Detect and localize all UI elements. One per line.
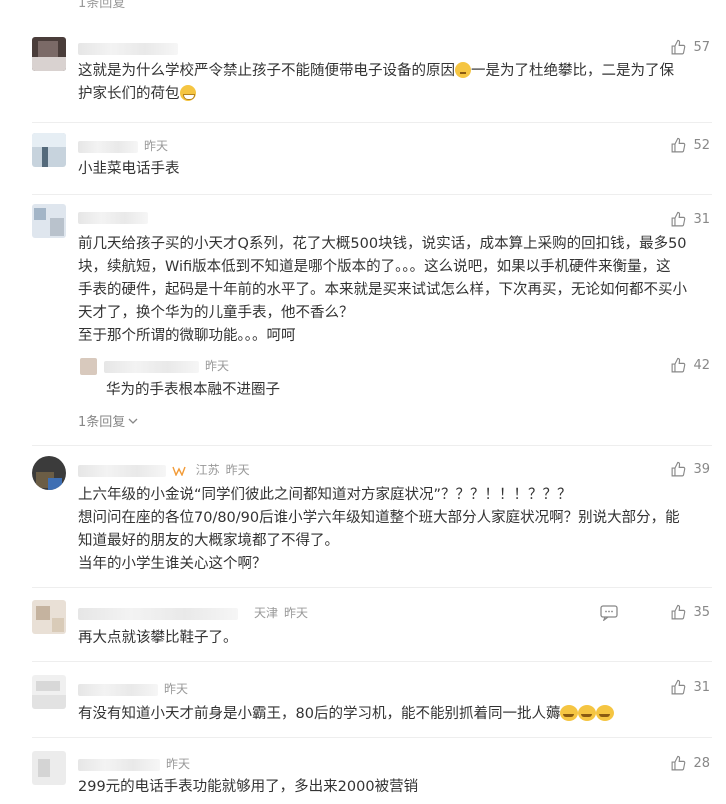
username-blurred[interactable] [78, 140, 138, 153]
thumbs-up-icon [672, 461, 686, 477]
divider [32, 445, 712, 446]
chevron-down-icon [128, 418, 138, 424]
thumbs-up-icon [672, 137, 686, 153]
comment-meta: 江苏 昨天 [78, 462, 250, 478]
comment-region: 江苏 [195, 463, 220, 477]
thinking-emoji-icon [455, 62, 471, 78]
like-button[interactable]: 42 [670, 357, 710, 374]
comment-meta: 天津 昨天 [78, 605, 308, 621]
comment-text: 这就是为什么学校严令禁止孩子不能随便带电子设备的原因 一是为了杜绝攀比，二是为了保… [78, 62, 674, 102]
avatar[interactable] [32, 751, 66, 785]
username-blurred[interactable] [78, 211, 148, 224]
thumbs-up-icon [672, 211, 686, 227]
thumbs-up-icon [672, 357, 686, 373]
reply-meta: 昨天 [104, 358, 229, 374]
like-button[interactable]: 39 [670, 461, 710, 478]
reply-comment-icon[interactable] [600, 605, 618, 621]
comment-meta [78, 209, 148, 225]
like-button[interactable]: 52 [670, 137, 710, 154]
comment-time: 昨天 [166, 757, 191, 771]
like-count: 57 [693, 40, 710, 55]
username-blurred[interactable] [78, 607, 238, 620]
comment-text: 小韭菜电话手表 [78, 161, 180, 177]
divider [32, 737, 712, 738]
like-count: 35 [693, 605, 710, 620]
divider [32, 587, 712, 588]
reply-text: 华为的手表根本融不进圈子 [106, 382, 280, 398]
comment-text: 上六年级的小金说“同学们彼此之间都知道对方家庭状况”？？？！！！？？？ 想问问在… [78, 487, 680, 572]
comment-meta: 昨天 [78, 681, 188, 697]
divider [32, 194, 712, 195]
avatar[interactable] [32, 675, 66, 709]
more-replies-link[interactable]: 1条回复 [78, 411, 138, 430]
avatar[interactable] [32, 133, 66, 167]
avatar[interactable] [32, 600, 66, 634]
comment-region: 天津 [254, 606, 279, 620]
comment-text: 299元的电话手表功能就够用了，多出来2000被营销 [78, 779, 419, 795]
like-count: 42 [693, 358, 710, 373]
avatar[interactable] [32, 456, 66, 490]
like-count: 31 [693, 680, 710, 695]
comment-time: 昨天 [225, 463, 250, 477]
like-count: 28 [693, 756, 710, 771]
comment-meta [78, 40, 178, 56]
username-blurred[interactable] [78, 42, 178, 55]
like-count: 52 [693, 138, 710, 153]
laughing-emoji-icon [560, 705, 579, 721]
username-blurred[interactable] [104, 360, 199, 373]
comment-text: 有没有知道小天才前身是小霸王，80后的学习机，能不能别抓着同一批人薅 [78, 703, 710, 726]
thumbs-up-icon [672, 604, 686, 620]
grin-emoji-icon [179, 85, 196, 101]
laughing-emoji-icon [596, 705, 615, 721]
previous-replies-link[interactable]: 1条回复 [78, 0, 125, 11]
comment-time: 昨天 [284, 606, 309, 620]
laughing-emoji-icon [578, 705, 597, 721]
divider [32, 122, 712, 123]
like-count: 31 [693, 212, 710, 227]
username-blurred[interactable] [78, 683, 158, 696]
reply-time: 昨天 [205, 359, 230, 373]
reply-avatar[interactable] [80, 358, 97, 375]
comment-time: 昨天 [144, 139, 169, 153]
thumbs-up-icon [672, 39, 686, 55]
thumbs-up-icon [672, 755, 686, 771]
like-button[interactable]: 57 [670, 39, 710, 56]
like-button[interactable]: 31 [670, 211, 710, 228]
like-button[interactable]: 28 [670, 755, 710, 772]
comment-text: 前几天给孩子买的小天才Q系列，花了大概500块钱，说实话，成本算上采购的回扣钱，… [78, 236, 687, 344]
vip-badge-icon [172, 466, 186, 477]
comment-meta: 昨天 [78, 756, 190, 772]
comment-text: 再大点就该攀比鞋子了。 [78, 630, 238, 646]
like-button[interactable]: 31 [670, 679, 710, 696]
username-blurred[interactable] [78, 758, 160, 771]
username-blurred[interactable] [78, 464, 166, 477]
comment-time: 昨天 [164, 682, 189, 696]
like-button[interactable]: 35 [670, 604, 710, 621]
avatar[interactable] [32, 37, 66, 71]
thumbs-up-icon [672, 679, 686, 695]
divider [32, 661, 712, 662]
avatar[interactable] [32, 204, 66, 238]
comment-meta: 昨天 [78, 138, 168, 154]
like-count: 39 [693, 462, 710, 477]
